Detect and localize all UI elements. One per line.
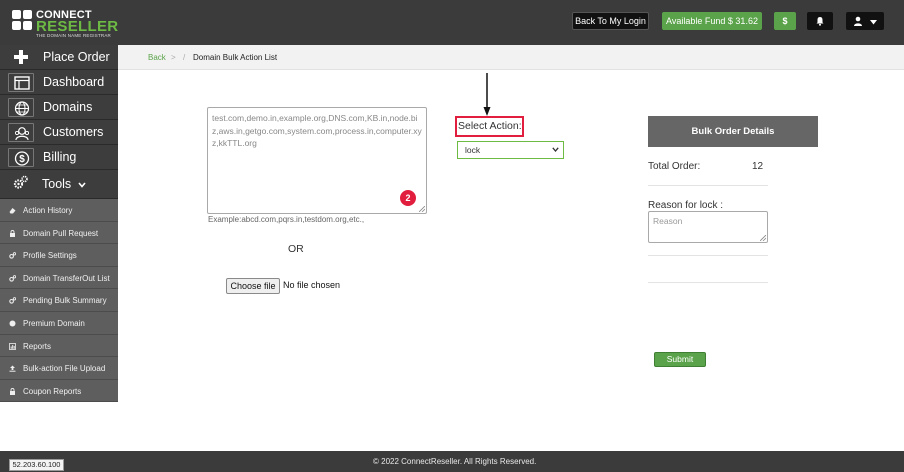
sidebar-subitem-premium-domain[interactable]: Premium Domain xyxy=(0,312,118,335)
sidebar-item-domains[interactable]: Domains xyxy=(0,95,118,120)
resize-handle-icon[interactable] xyxy=(760,235,766,241)
domains-textarea-value: test.com,demo.in,example.org,DNS.com,KB.… xyxy=(212,113,422,148)
sidebar-subitem-label: Pending Bulk Summary xyxy=(23,296,107,306)
sidebar-subitem-domain-pull-request[interactable]: Domain Pull Request xyxy=(0,222,118,245)
sidebar-subitem-label: Premium Domain xyxy=(23,318,85,328)
chevron-down-icon xyxy=(552,147,559,152)
sidebar-item-customers[interactable]: Customers xyxy=(0,120,118,145)
submit-button[interactable]: Submit xyxy=(654,352,706,367)
divider xyxy=(648,282,768,283)
sidebar-item-label: Billing xyxy=(43,150,77,164)
reason-placeholder: Reason xyxy=(653,216,683,226)
available-fund-button[interactable]: Available Fund $ 31.62 xyxy=(662,12,762,30)
svg-text:$: $ xyxy=(19,154,25,165)
tools-submenu: Action History Domain Pull Request Profi… xyxy=(0,199,118,403)
logo-mark-icon xyxy=(12,10,34,32)
connectreseller-logo[interactable]: CONNECT RESELLER THE DOMAIN NAME REGISTR… xyxy=(12,9,122,39)
sidebar-item-place-order[interactable]: Place Order xyxy=(0,45,118,70)
select-action-value: lock xyxy=(465,145,481,155)
gears-icon xyxy=(8,173,34,192)
user-icon xyxy=(854,16,863,26)
gears-icon xyxy=(9,297,16,305)
upload-icon xyxy=(9,365,16,372)
sidebar-subitem-label: Profile Settings xyxy=(23,251,77,261)
ip-address-badge: 52.203.60.100 xyxy=(9,459,64,471)
annotation-arrow-icon xyxy=(483,73,491,116)
sidebar-item-tools[interactable]: Tools xyxy=(0,170,118,199)
copyright-text: © 2022 ConnectReseller. All Rights Reser… xyxy=(373,457,537,466)
breadcrumb-back-link[interactable]: Back xyxy=(148,53,166,62)
gears-icon xyxy=(9,252,16,259)
sidebar-item-label: Customers xyxy=(43,125,104,139)
lock-icon xyxy=(10,229,15,237)
main-nav: Place Order Dashboard Domains Customers … xyxy=(0,45,118,199)
divider xyxy=(648,255,768,256)
bar-chart-icon xyxy=(9,342,16,350)
sidebar-subitem-pending-bulk-summary[interactable]: Pending Bulk Summary xyxy=(0,289,118,312)
bulk-order-details-header: Bulk Order Details xyxy=(648,116,818,147)
sidebar-item-dashboard[interactable]: Dashboard xyxy=(0,70,118,95)
dollar-circle-icon: $ xyxy=(8,148,34,167)
file-status-text: No file chosen xyxy=(283,280,341,290)
caret-down-icon xyxy=(869,20,877,25)
user-menu-button[interactable] xyxy=(846,12,884,30)
globe-icon xyxy=(9,320,16,327)
breadcrumb: Back > / Domain Bulk Action List xyxy=(118,45,904,70)
sidebar-item-billing[interactable]: $ Billing xyxy=(0,145,118,170)
domains-textarea[interactable]: test.com,demo.in,example.org,DNS.com,KB.… xyxy=(207,107,427,214)
plus-icon xyxy=(8,48,34,67)
customers-icon xyxy=(8,123,34,142)
resize-handle-icon[interactable] xyxy=(419,206,425,212)
top-header: CONNECT RESELLER THE DOMAIN NAME REGISTR… xyxy=(0,0,904,45)
divider xyxy=(648,185,768,186)
lock-icon xyxy=(10,387,15,395)
sidebar-subitem-label: Domain Pull Request xyxy=(23,228,99,238)
sidebar: Place Order Dashboard Domains Customers … xyxy=(0,45,118,403)
sidebar-subitem-label: Action History xyxy=(23,206,73,215)
select-action-label: Select Action: xyxy=(455,116,524,137)
sidebar-subitem-label: Coupon Reports xyxy=(23,386,82,396)
total-order-value: 12 xyxy=(752,161,764,172)
gears-icon xyxy=(9,274,16,282)
sidebar-item-label: Place Order xyxy=(43,50,110,64)
logo-tagline: THE DOMAIN NAME REGISTRAR xyxy=(36,33,112,38)
domains-example-hint: Example:abcd.com,pqrs.in,testdom.org,etc… xyxy=(208,215,365,224)
breadcrumb-current: Domain Bulk Action List xyxy=(193,53,278,62)
breadcrumb-separator: / xyxy=(183,53,186,62)
breadcrumb-separator: > xyxy=(171,53,176,62)
sidebar-item-label: Tools xyxy=(42,177,86,191)
sidebar-subitem-domain-transferout-list[interactable]: Domain TransferOut List xyxy=(0,267,118,290)
sidebar-item-label: Dashboard xyxy=(43,75,105,89)
back-to-login-button[interactable]: Back To My Login xyxy=(572,12,649,30)
chevron-down-icon xyxy=(78,182,86,188)
or-divider-text: OR xyxy=(288,243,304,255)
select-action-dropdown[interactable]: lock xyxy=(457,141,564,159)
reason-input[interactable]: Reason xyxy=(648,211,768,243)
add-fund-button[interactable]: $ xyxy=(774,12,796,30)
globe-icon xyxy=(8,98,34,117)
notifications-button[interactable] xyxy=(807,12,833,30)
eraser-icon xyxy=(9,208,16,214)
error-count-badge: 2 xyxy=(400,190,416,206)
sidebar-subitem-coupon-reports[interactable]: Coupon Reports xyxy=(0,380,118,403)
sidebar-subitem-profile-settings[interactable]: Profile Settings xyxy=(0,244,118,267)
reason-label: Reason for lock : xyxy=(648,200,724,211)
sidebar-subitem-label: Domain TransferOut List xyxy=(23,273,110,283)
choose-file-button[interactable]: Choose file xyxy=(226,278,280,294)
sidebar-subitem-label: Bulk-action File Upload xyxy=(23,364,106,374)
sidebar-item-label: Domains xyxy=(43,100,93,114)
dashboard-icon xyxy=(8,73,34,92)
bell-icon xyxy=(816,17,824,26)
sidebar-subitem-action-history[interactable]: Action History xyxy=(0,199,118,222)
sidebar-subitem-bulk-action-file-upload[interactable]: Bulk-action File Upload xyxy=(0,357,118,380)
sidebar-subitem-reports[interactable]: Reports xyxy=(0,335,118,358)
sidebar-subitem-label: Reports xyxy=(23,341,52,351)
total-order-label: Total Order: xyxy=(648,161,701,172)
